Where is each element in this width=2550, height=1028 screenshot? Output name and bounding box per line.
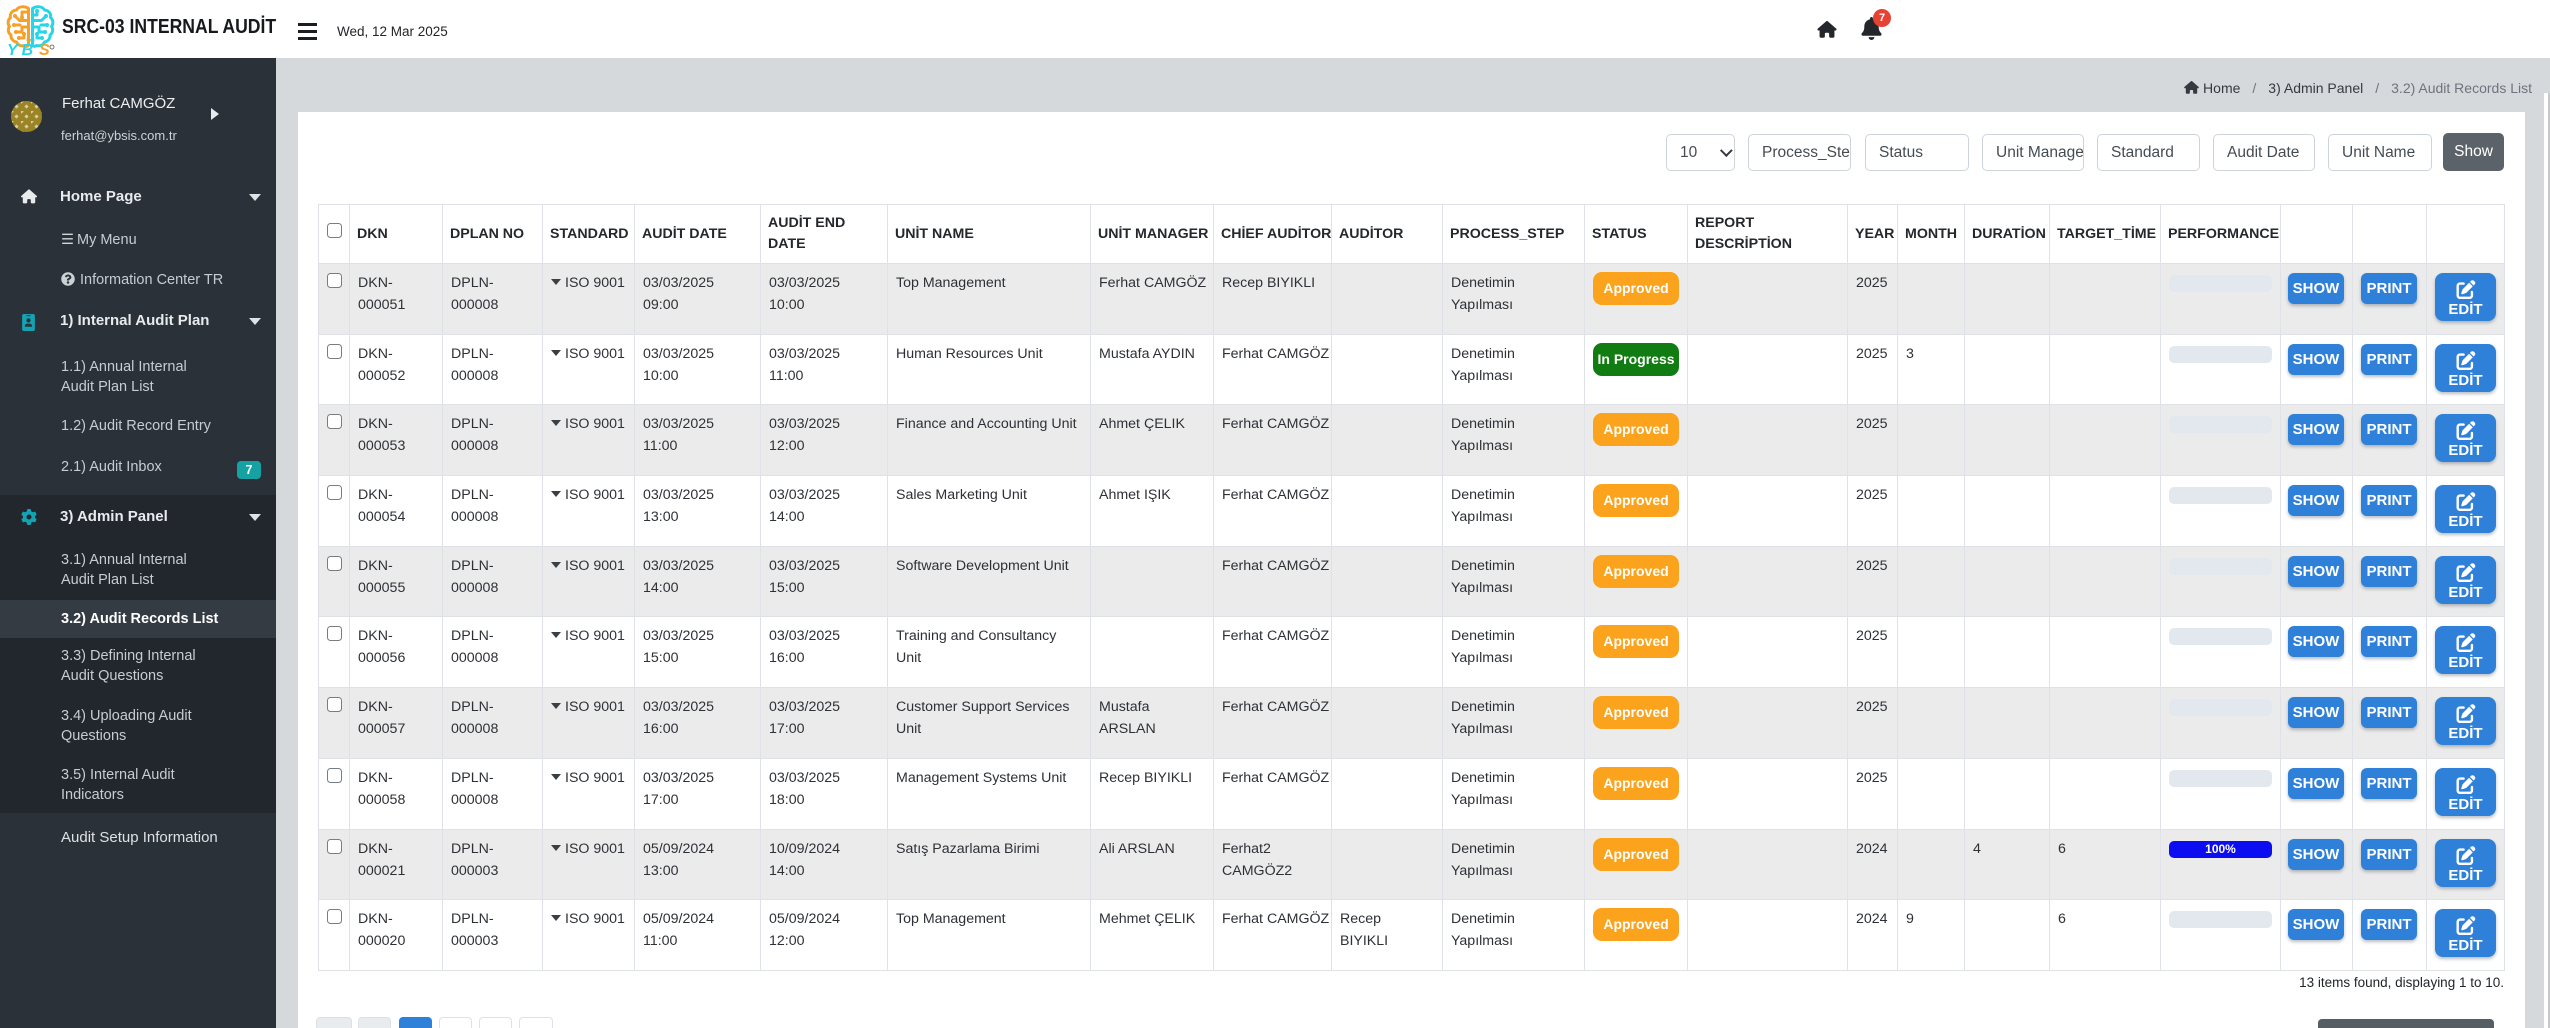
svg-text:S: S	[39, 42, 50, 55]
svg-text:YB: YB	[7, 42, 37, 55]
